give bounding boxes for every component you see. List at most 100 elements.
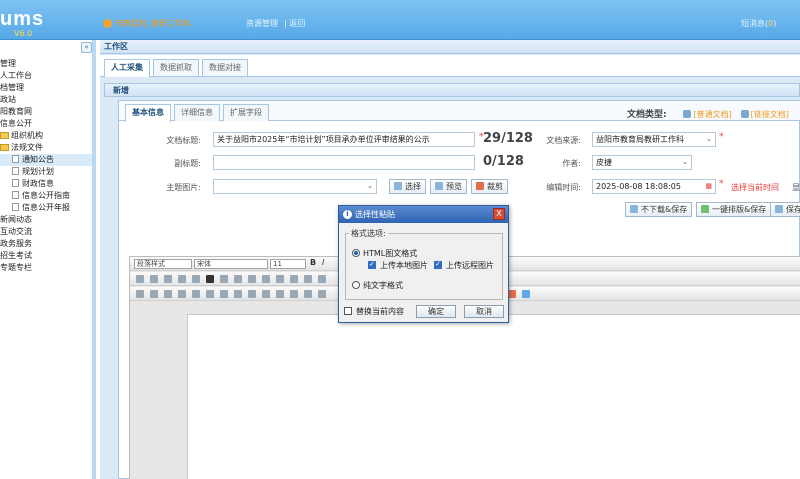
sidebar-item-topics[interactable]: 专题专栏 [0,262,92,274]
sidebar-item-services[interactable]: 政务服务 [0,238,92,250]
preview-page-icon[interactable] [290,290,298,298]
paste-icon[interactable] [164,275,172,283]
flash-icon[interactable] [164,290,172,298]
save-button[interactable]: 保存 [770,202,800,217]
source-code-icon[interactable] [136,290,144,298]
save-without-download-button[interactable]: 不下载&保存 [625,202,693,217]
sidebar-item-exams[interactable]: 招生考试 [0,250,92,262]
tab-detail-info[interactable]: 详细信息 [174,104,220,121]
italic-button[interactable]: I [322,258,324,267]
image-icon[interactable] [150,290,158,298]
word-paste-icon[interactable] [508,290,516,298]
sidebar-item-regulations[interactable]: 法规文件 [0,142,92,154]
redo-icon[interactable] [248,275,256,283]
sidebar-item-info-open[interactable]: 信息公开 [0,118,92,130]
fullscreen-icon[interactable] [522,290,530,298]
clear-format-icon[interactable] [220,275,228,283]
nav-back[interactable]: 返回 [289,19,305,28]
upload-local-images-label[interactable]: 上传本地图片 [380,260,428,271]
source-select[interactable]: 益阳市教育局教研工作科 ⌄ [592,132,716,147]
sidebar-item-guide[interactable]: 信息公开指南 [0,190,92,202]
current-user[interactable]: 市教育局_教研工作科 [103,18,191,29]
sidebar-item-interaction[interactable]: 互动交流 [0,226,92,238]
format-painter-icon[interactable] [178,275,186,283]
nav-resource-management[interactable]: 资源管理 [246,19,278,28]
tab-data-crawl[interactable]: 数据抓取 [153,59,199,76]
dialog-close-button[interactable]: X [493,208,505,220]
tab-extend-fields[interactable]: 扩展字段 [223,104,269,121]
anchor-icon[interactable] [304,290,312,298]
tab-manual-collect[interactable]: 人工采集 [104,59,150,77]
sidebar-item-org[interactable]: 组织机构 [0,130,92,142]
emoticon-icon[interactable] [234,290,242,298]
media-icon[interactable] [178,290,186,298]
indent-icon[interactable] [262,275,270,283]
align-icon[interactable] [318,275,326,283]
cancel-button[interactable]: 取消 [464,305,504,318]
image-crop-button[interactable]: 裁剪 [471,179,508,194]
time-required-mark: * [719,179,724,189]
undo-icon[interactable] [234,275,242,283]
hr-icon[interactable] [220,290,228,298]
replace-content-label[interactable]: 替换当前内容 [356,306,404,317]
author-select[interactable]: 皮捷 ⌄ [592,155,692,170]
sidebar-item-notices[interactable]: 通知公告 [0,154,92,166]
new-document-bar: 新增 [104,83,800,97]
html-format-label[interactable]: HTML图文格式 [363,248,417,259]
plain-text-label[interactable]: 纯文字格式 [363,280,403,291]
tab-data-link[interactable]: 数据对接 [202,59,248,76]
format-and-save-button[interactable]: 一键排版&保存 [696,202,772,217]
dialog-title-bar[interactable]: i 选择性粘贴 X [339,206,508,223]
sidebar-item-annual-report[interactable]: 信息公开年报 [0,202,92,214]
attachment-icon[interactable] [192,290,200,298]
image-select-button[interactable]: 选择 [389,179,426,194]
ordered-list-icon[interactable] [290,275,298,283]
plain-text-radio[interactable] [352,281,360,289]
replace-content-checkbox[interactable] [344,307,352,315]
image-preview-label: 预览 [446,182,462,191]
theme-image-select[interactable]: ⌄ [213,179,377,194]
font-select[interactable]: 宋体 [194,259,268,269]
special-char-icon[interactable] [318,290,326,298]
outdent-icon[interactable] [276,275,284,283]
sidebar-item-doc-management[interactable]: 档管理 [0,82,92,94]
cut-icon[interactable] [136,275,144,283]
subtitle-input[interactable] [213,155,475,170]
find-icon[interactable] [192,275,200,283]
sidebar-item-edu-net[interactable]: 阳教育网 [0,106,92,118]
title-label: 文档标题: [166,136,201,145]
messages-link[interactable]: 短消息(0) [741,18,776,29]
sidebar-item-workbench[interactable]: 人工作台 [0,70,92,82]
unlink-icon[interactable] [262,290,270,298]
table-icon[interactable] [206,290,214,298]
html-format-radio[interactable] [352,249,360,257]
doc-type-link[interactable]: [链接文档] [751,110,789,119]
copy-icon[interactable] [150,275,158,283]
font-size-select[interactable]: 11 [270,259,306,269]
sidebar-collapse-button[interactable]: « [81,42,92,53]
select-current-time-link[interactable]: 选择当前时间 [731,182,779,193]
link-icon[interactable] [248,290,256,298]
delete-icon[interactable] [206,275,214,283]
image-preview-button[interactable]: 预览 [430,179,467,194]
doc-type-normal[interactable]: [普通文档] [693,110,731,119]
sidebar-item-management[interactable]: 管理 [0,58,92,70]
ok-button[interactable]: 确定 [416,305,456,318]
tab-basic-info[interactable]: 基本信息 [125,104,171,122]
editor-content-area[interactable] [187,314,800,479]
paragraph-style-value: 段落样式 [137,260,165,268]
sidebar-item-gov-site[interactable]: 政站 [0,94,92,106]
print-icon[interactable] [276,290,284,298]
unordered-list-icon[interactable] [304,275,312,283]
title-input[interactable]: 关于益阳市2025年“市培计划”项目承办单位评审结果的公示 [213,132,475,147]
sidebar-item-news[interactable]: 新闻动态 [0,214,92,226]
bold-button[interactable]: B [310,258,316,267]
upload-remote-images-label[interactable]: 上传远程图片 [446,260,494,271]
edit-time-input[interactable]: 2025-08-08 18:08:05 ▦ [592,179,716,194]
doc-type-group: 文档类型: [普通文档] [链接文档] [627,107,795,120]
paragraph-style-select[interactable]: 段落样式 [134,259,192,269]
sidebar-item-plans[interactable]: 规划计划 [0,166,92,178]
sidebar-item-finance[interactable]: 财政信息 [0,178,92,190]
upload-local-images-checkbox[interactable] [368,260,376,269]
upload-remote-images-checkbox[interactable] [434,260,442,269]
